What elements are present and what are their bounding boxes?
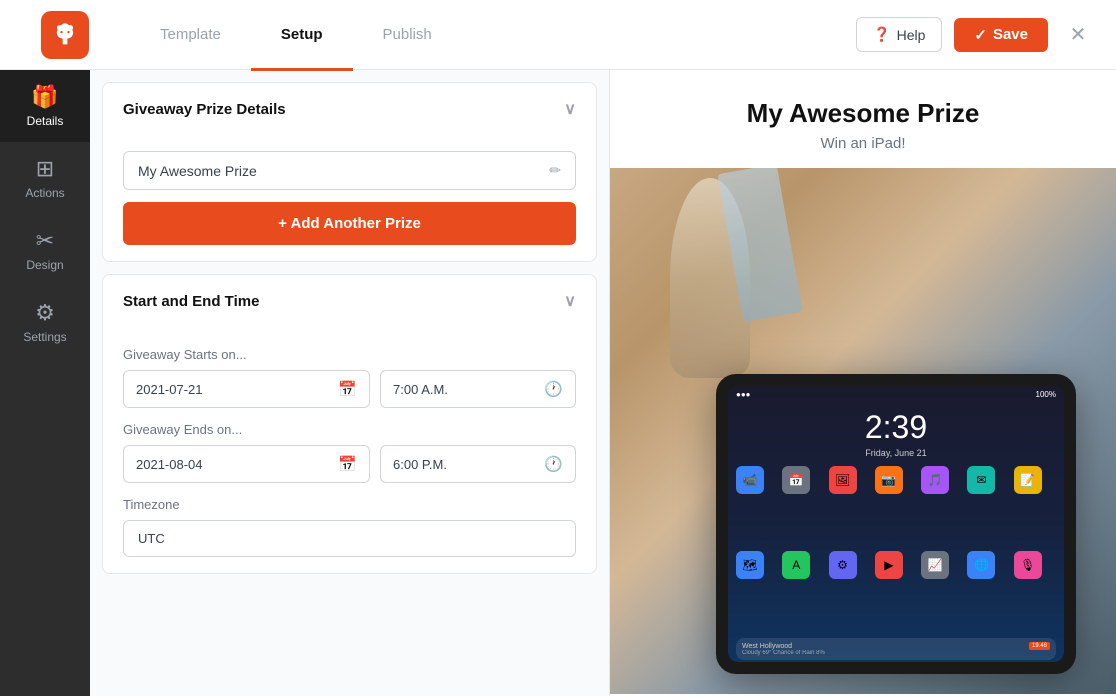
timezone-label: Timezone	[123, 497, 576, 512]
sidebar-item-label-details: Details	[27, 114, 64, 128]
end-date-field[interactable]: 📅	[123, 445, 370, 483]
prize-details-body: ✏ + Add Another Prize	[103, 135, 596, 261]
app-icon-youtube: ▶	[875, 551, 903, 579]
prize-details-title: Giveaway Prize Details	[123, 101, 286, 118]
app-icon-calendar: 📅	[782, 466, 810, 494]
check-icon: ✓	[974, 26, 987, 44]
app-icon-notes: 📝	[1014, 466, 1042, 494]
prize-details-section: Giveaway Prize Details ∨ ✏ + Add Another…	[102, 82, 597, 262]
ends-label: Giveaway Ends on...	[123, 422, 576, 437]
app-logo	[41, 11, 89, 59]
app-icon-safari: 🌐	[967, 551, 995, 579]
bunny-icon	[51, 21, 79, 49]
preview-panel: My Awesome Prize Win an iPad! ●●●	[610, 70, 1116, 696]
tab-publish[interactable]: Publish	[353, 1, 462, 71]
preview-content: My Awesome Prize Win an iPad! ●●●	[610, 70, 1116, 696]
start-date-field[interactable]: 📅	[123, 370, 370, 408]
start-time-field[interactable]: 🕐	[380, 370, 576, 408]
calendar-icon: 📅	[338, 380, 357, 398]
time-section-header[interactable]: Start and End Time ∨	[103, 275, 596, 327]
prize-details-header[interactable]: Giveaway Prize Details ∨	[103, 83, 596, 135]
preview-image: ●●● 100% 2:39 Friday, June 21 📹 📅 🖼 📷	[610, 168, 1116, 694]
widget-row1: West Hollywood 19.48	[742, 642, 1050, 650]
edit-icon[interactable]: ✏	[549, 162, 561, 179]
ipad-screen: ●●● 100% 2:39 Friday, June 21 📹 📅 🖼 📷	[728, 386, 1064, 662]
start-date-time-row: 📅 🕐	[123, 370, 576, 408]
close-button[interactable]: ✕	[1060, 17, 1096, 53]
content-panel: Giveaway Prize Details ∨ ✏ + Add Another…	[90, 70, 610, 696]
settings-icon: ⚙	[35, 300, 55, 326]
widget-weather: Cloudy 69° Chance of Rain 8%	[742, 650, 1050, 656]
widget-city: West Hollywood	[742, 643, 792, 650]
end-date-time-row: 📅 🕐	[123, 445, 576, 483]
top-nav: Template Setup Publish ❓ Help ✓ Save ✕	[0, 0, 1116, 70]
prize-name-input[interactable]	[138, 163, 549, 179]
chevron-down-icon-2: ∨	[564, 291, 576, 311]
time-section-body: Giveaway Starts on... 📅 🕐 Giveaway Ends …	[103, 327, 596, 573]
save-label: Save	[993, 26, 1028, 43]
clock-icon: 🕐	[544, 380, 563, 398]
end-date-input[interactable]	[136, 457, 330, 472]
help-button[interactable]: ❓ Help	[856, 17, 942, 52]
actions-icon: ⊞	[36, 156, 54, 182]
ipad-status-bar: ●●● 100%	[728, 386, 1064, 403]
starts-label: Giveaway Starts on...	[123, 347, 576, 362]
gift-icon: 🎁	[31, 84, 58, 110]
preview-subtitle: Win an iPad!	[630, 135, 1096, 152]
tab-setup[interactable]: Setup	[251, 1, 353, 71]
ipad-frame: ●●● 100% 2:39 Friday, June 21 📹 📅 🖼 📷	[716, 374, 1076, 674]
timezone-field[interactable]: UTC	[123, 520, 576, 557]
tab-template[interactable]: Template	[130, 1, 251, 71]
sidebar-item-label-design: Design	[26, 258, 63, 272]
sidebar-item-settings[interactable]: ⚙ Settings	[0, 286, 90, 358]
widget-nasdaq: 19.48	[1029, 642, 1050, 650]
app-icon-stocks: 📈	[921, 551, 949, 579]
sidebar-item-actions[interactable]: ⊞ Actions	[0, 142, 90, 214]
add-prize-button[interactable]: + Add Another Prize	[123, 202, 576, 245]
start-time-input[interactable]	[393, 382, 536, 397]
sidebar-item-design[interactable]: ✂ Design	[0, 214, 90, 286]
preview-title-area: My Awesome Prize Win an iPad!	[610, 70, 1116, 168]
chevron-down-icon: ∨	[564, 99, 576, 119]
app-icon-mail: ✉	[967, 466, 995, 494]
time-section: Start and End Time ∨ Giveaway Starts on.…	[102, 274, 597, 574]
end-time-field[interactable]: 🕐	[380, 445, 576, 483]
save-button[interactable]: ✓ Save	[954, 18, 1048, 52]
preview-title: My Awesome Prize	[630, 98, 1096, 129]
ipad-app-grid: 📹 📅 🖼 📷 🎵 ✉ 📝 🗺 A ⚙	[728, 462, 1064, 636]
help-icon: ❓	[873, 26, 890, 43]
app-icon-appstore: A	[782, 551, 810, 579]
sidebar-item-details[interactable]: 🎁 Details	[0, 70, 90, 142]
design-icon: ✂	[36, 228, 54, 254]
prize-input-row: ✏	[123, 151, 576, 190]
ipad-clock: 2:39	[728, 403, 1064, 448]
app-icon-camera: 📷	[875, 466, 903, 494]
app-icon-facetime: 📹	[736, 466, 764, 494]
logo-area	[20, 11, 110, 59]
sidebar-item-label-actions: Actions	[25, 186, 64, 200]
add-prize-label: + Add Another Prize	[278, 215, 421, 232]
ipad-battery: 100%	[1036, 390, 1056, 399]
main-layout: 🎁 Details ⊞ Actions ✂ Design ⚙ Settings …	[0, 70, 1116, 696]
time-section-title: Start and End Time	[123, 293, 259, 310]
app-icon-photos: 🖼	[829, 466, 857, 494]
help-label: Help	[897, 27, 926, 43]
sidebar-item-label-settings: Settings	[23, 330, 66, 344]
app-icon-podcasts: 🎙	[1014, 551, 1042, 579]
nav-tabs: Template Setup Publish	[130, 0, 856, 70]
preview-background: ●●● 100% 2:39 Friday, June 21 📹 📅 🖼 📷	[610, 168, 1116, 694]
clock-icon-2: 🕐	[544, 455, 563, 473]
end-time-input[interactable]	[393, 457, 536, 472]
app-icon-settings2: ⚙	[829, 551, 857, 579]
ipad-widget: West Hollywood 19.48 Cloudy 69° Chance o…	[736, 638, 1056, 660]
nav-actions: ❓ Help ✓ Save ✕	[856, 17, 1096, 53]
ipad-signal: ●●●	[736, 390, 751, 399]
sidebar: 🎁 Details ⊞ Actions ✂ Design ⚙ Settings	[0, 70, 90, 696]
ipad-date: Friday, June 21	[728, 448, 1064, 458]
start-date-input[interactable]	[136, 382, 330, 397]
app-icon-music: 🎵	[921, 466, 949, 494]
calendar-icon-2: 📅	[338, 455, 357, 473]
app-icon-maps: 🗺	[736, 551, 764, 579]
ipad-mockup: ●●● 100% 2:39 Friday, June 21 📹 📅 🖼 📷	[716, 374, 1096, 694]
